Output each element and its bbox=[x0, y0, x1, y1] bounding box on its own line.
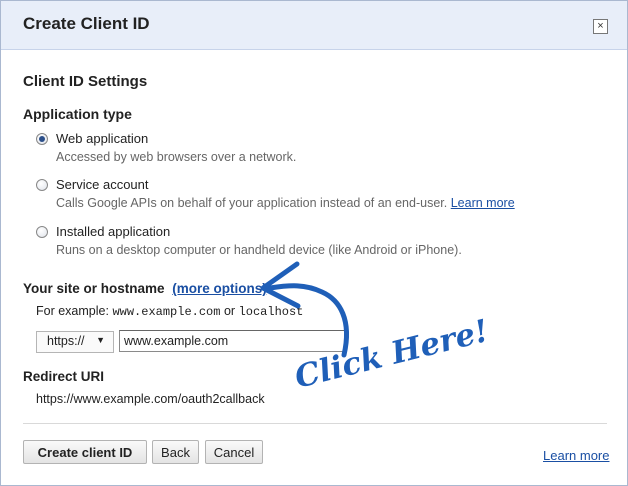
footer-learn-more-link[interactable]: Learn more bbox=[543, 448, 609, 463]
radio-label: Installed application bbox=[56, 224, 171, 239]
more-options-link[interactable]: (more options) bbox=[172, 281, 267, 296]
protocol-select[interactable]: https:// ▼ bbox=[36, 331, 114, 353]
create-client-id-button[interactable]: Create client ID bbox=[23, 440, 147, 464]
radio-label: Service account bbox=[56, 177, 149, 192]
section-heading: Client ID Settings bbox=[23, 73, 148, 90]
close-icon[interactable]: × bbox=[593, 19, 608, 34]
hostname-heading-text: Your site or hostname bbox=[23, 281, 165, 296]
radio-label: Web application bbox=[56, 131, 149, 146]
service-account-learn-more-link[interactable]: Learn more bbox=[451, 196, 515, 210]
hostname-input[interactable] bbox=[119, 330, 346, 352]
application-type-heading: Application type bbox=[23, 106, 132, 122]
example-value-1: www.example.com bbox=[112, 305, 221, 319]
radio-description: Runs on a desktop computer or handheld d… bbox=[56, 243, 462, 257]
hostname-heading: Your site or hostname (more options) bbox=[23, 281, 267, 296]
service-account-description-text: Calls Google APIs on behalf of your appl… bbox=[56, 196, 448, 210]
dialog-title: Create Client ID bbox=[23, 14, 150, 33]
divider bbox=[23, 423, 607, 424]
cancel-button[interactable]: Cancel bbox=[205, 440, 263, 464]
radio-description: Accessed by web browsers over a network. bbox=[56, 150, 297, 164]
radio-installed-application[interactable] bbox=[36, 226, 48, 238]
chevron-down-icon: ▼ bbox=[96, 335, 105, 345]
back-button[interactable]: Back bbox=[152, 440, 199, 464]
redirect-uri-value: https://www.example.com/oauth2callback bbox=[36, 392, 265, 406]
redirect-uri-heading: Redirect URI bbox=[23, 369, 105, 384]
protocol-value: https:// bbox=[47, 334, 85, 348]
radio-web-application[interactable] bbox=[36, 133, 48, 145]
radio-description: Calls Google APIs on behalf of your appl… bbox=[56, 196, 515, 210]
create-client-id-dialog: Create Client ID × Client ID Settings Ap… bbox=[0, 0, 628, 486]
radio-service-account[interactable] bbox=[36, 179, 48, 191]
example-prefix: For example: bbox=[36, 304, 109, 318]
example-or: or bbox=[223, 304, 236, 318]
dialog-title-bar: Create Client ID × bbox=[1, 1, 627, 50]
example-value-2: localhost bbox=[238, 305, 304, 319]
hostname-example: For example: www.example.com or localhos… bbox=[36, 304, 303, 319]
